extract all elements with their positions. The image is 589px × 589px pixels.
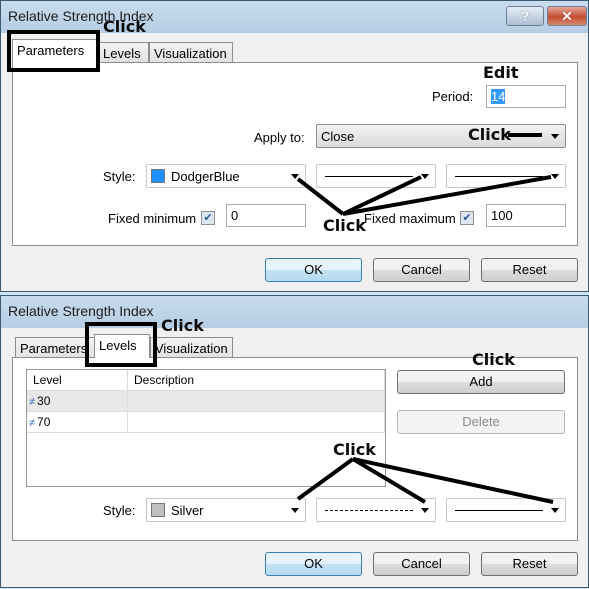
levels-table: Level Description ≠ 30 ≠ 70	[27, 370, 385, 433]
period-label: Period:	[432, 89, 474, 104]
chevron-down-icon	[421, 508, 429, 513]
thin-line-icon	[455, 176, 543, 177]
apply-to-label: Apply to:	[254, 130, 305, 145]
delete-level-button[interactable]: Delete	[397, 410, 565, 434]
table-row[interactable]: ≠ 30	[27, 390, 385, 412]
apply-to-value: Close	[321, 129, 355, 144]
tab-label: Visualization	[154, 46, 227, 61]
column-header-level[interactable]: Level	[27, 370, 128, 391]
level-value: 70	[37, 415, 51, 429]
color-swatch	[151, 503, 165, 517]
chevron-down-icon	[551, 134, 559, 139]
description-cell	[127, 390, 385, 412]
color-name: DodgerBlue	[171, 169, 240, 184]
reset-label: Reset	[512, 262, 547, 277]
style-color-select[interactable]: Silver	[146, 498, 306, 522]
tab-levels[interactable]: Levels	[98, 42, 149, 62]
color-swatch	[151, 169, 165, 183]
dashed-line-icon	[325, 510, 413, 511]
rsi-dialog-levels: Relative Strength Index Parameters Level…	[0, 295, 589, 588]
fixed-maximum-input[interactable]: 100	[486, 204, 566, 227]
annotation-click-tab: Click	[161, 316, 204, 335]
style-label: Style:	[103, 169, 136, 184]
style-color-select[interactable]: DodgerBlue	[146, 164, 306, 188]
description-cell	[127, 411, 385, 433]
rsi-dialog-parameters: Relative Strength Index ? ✕ Parameters L…	[0, 0, 589, 292]
table-row[interactable]: ≠ 70	[27, 411, 385, 433]
level-line-icon: ≠	[29, 396, 36, 408]
cancel-button[interactable]: Cancel	[373, 552, 470, 576]
fixed-minimum-value: 0	[231, 208, 239, 223]
annotation-click-style: Click	[323, 216, 366, 235]
cancel-label: Cancel	[401, 556, 442, 571]
apply-to-select[interactable]: Close	[316, 124, 566, 148]
add-label: Add	[469, 374, 493, 389]
fixed-maximum-value: 100	[491, 208, 513, 223]
fixed-minimum-checkbox[interactable]: ✔	[201, 211, 215, 225]
color-name: Silver	[171, 503, 204, 518]
close-button[interactable]: ✕	[547, 6, 587, 26]
reset-button[interactable]: Reset	[481, 258, 578, 282]
thin-line-icon	[455, 510, 543, 511]
ok-label: OK	[304, 556, 323, 571]
fixed-minimum-label: Fixed minimum	[108, 211, 197, 226]
chevron-down-icon	[421, 174, 429, 179]
chevron-down-icon	[291, 174, 299, 179]
fixed-minimum-input[interactable]: 0	[226, 204, 306, 227]
annotation-click-tab: Click	[103, 17, 146, 36]
cancel-label: Cancel	[401, 262, 442, 277]
style-line-type-select[interactable]	[316, 498, 436, 522]
style-line-width-select[interactable]	[446, 498, 566, 522]
cancel-button[interactable]: Cancel	[373, 258, 470, 282]
ok-button[interactable]: OK	[265, 552, 362, 576]
tab-label: Parameters	[20, 341, 88, 356]
ok-label: OK	[304, 262, 323, 277]
levels-header-row: Level Description	[27, 370, 385, 391]
chevron-down-icon	[551, 174, 559, 179]
fixed-maximum-checkbox[interactable]: ✔	[460, 211, 474, 225]
reset-button[interactable]: Reset	[481, 552, 578, 576]
tab-label: Visualization	[155, 341, 228, 356]
title-bar[interactable]: Relative Strength Index ? ✕	[1, 1, 588, 33]
period-value: 14	[491, 89, 506, 104]
level-cell: ≠ 30	[27, 390, 128, 412]
style-line-type-select[interactable]	[316, 164, 436, 188]
annotation-click-apply: Click	[468, 125, 511, 144]
checkmark-icon: ✔	[203, 212, 213, 224]
close-icon: ✕	[561, 8, 573, 24]
delete-label: Delete	[462, 414, 500, 429]
checkmark-icon: ✔	[462, 212, 472, 224]
column-header-description[interactable]: Description	[127, 370, 385, 391]
level-line-icon: ≠	[29, 417, 36, 429]
annotation-click-style: Click	[333, 440, 376, 459]
help-icon: ?	[520, 8, 530, 24]
levels-list[interactable]: Level Description ≠ 30 ≠ 70	[26, 369, 386, 487]
period-input[interactable]: 14	[486, 85, 566, 108]
level-cell: ≠ 70	[27, 411, 128, 433]
tab-visualization[interactable]: Visualization	[149, 42, 233, 62]
reset-label: Reset	[512, 556, 547, 571]
style-line-width-select[interactable]	[446, 164, 566, 188]
add-level-button[interactable]: Add	[397, 370, 565, 394]
annotation-click-add: Click	[472, 350, 515, 369]
dialog-title: Relative Strength Index	[8, 303, 154, 319]
fixed-maximum-label: Fixed maximum	[364, 211, 456, 226]
solid-line-icon	[325, 176, 413, 177]
help-button[interactable]: ?	[506, 6, 544, 26]
tab-visualization[interactable]: Visualization	[150, 337, 233, 357]
parameters-tab-highlight-box	[7, 30, 100, 72]
style-label: Style:	[103, 503, 136, 518]
annotation-edit: Edit	[483, 63, 519, 82]
level-value: 30	[37, 394, 51, 408]
tab-label: Levels	[103, 46, 141, 61]
ok-button[interactable]: OK	[265, 258, 362, 282]
levels-tab-highlight-box	[85, 322, 157, 367]
chevron-down-icon	[551, 508, 559, 513]
chevron-down-icon	[291, 508, 299, 513]
